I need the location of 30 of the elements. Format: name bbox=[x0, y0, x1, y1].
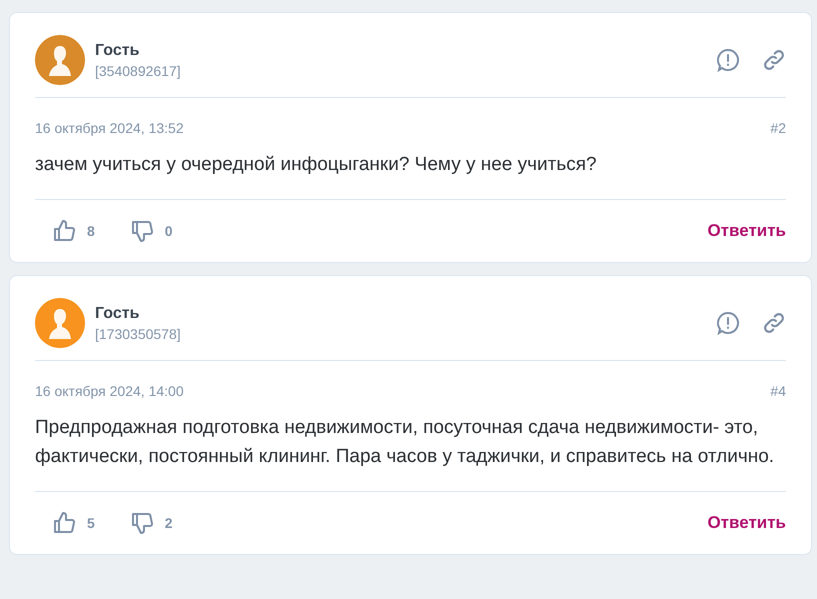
report-button[interactable] bbox=[716, 311, 740, 335]
link-icon bbox=[762, 48, 786, 72]
thumbs-down-icon bbox=[130, 219, 155, 243]
like-button[interactable]: 8 bbox=[53, 219, 95, 243]
user-id: [1730350578] bbox=[95, 326, 182, 342]
link-button[interactable] bbox=[762, 311, 786, 335]
thumbs-up-icon bbox=[53, 219, 77, 243]
like-button[interactable]: 5 bbox=[53, 511, 95, 535]
author-name: Гость bbox=[95, 42, 140, 60]
comment-date: 16 октября 2024, 13:52 bbox=[35, 120, 184, 136]
alert-icon bbox=[716, 311, 740, 335]
link-icon bbox=[762, 311, 786, 335]
thumbs-up-icon bbox=[53, 511, 77, 535]
person-icon bbox=[49, 44, 71, 76]
report-button[interactable] bbox=[716, 48, 740, 72]
person-icon bbox=[49, 307, 71, 339]
link-button[interactable] bbox=[762, 48, 786, 72]
comment-text: Предпродажная подготовка недвижимости, посуточная сдача недвижимости- это, фактически, постоянный клининг. Пара часов у таджички, и справитесь на отлично. bbox=[35, 416, 776, 469]
dislike-button[interactable]: 0 bbox=[130, 219, 173, 243]
comment-number: #4 bbox=[770, 383, 786, 399]
comment-date: 16 октября 2024, 14:00 bbox=[35, 383, 184, 399]
author-name: Гость bbox=[95, 304, 140, 322]
comment-number: #2 bbox=[770, 120, 786, 136]
reply-button[interactable]: Ответить bbox=[707, 221, 786, 241]
reply-button[interactable]: Ответить bbox=[707, 513, 786, 533]
alert-icon bbox=[716, 48, 740, 72]
thumbs-down-icon bbox=[130, 511, 155, 535]
dislike-button[interactable]: 2 bbox=[130, 511, 173, 535]
user-id: [3540892617] bbox=[95, 62, 182, 78]
comment-text: зачем учиться у очередной инфоцыганки? Чему у нее учиться? bbox=[35, 153, 598, 177]
